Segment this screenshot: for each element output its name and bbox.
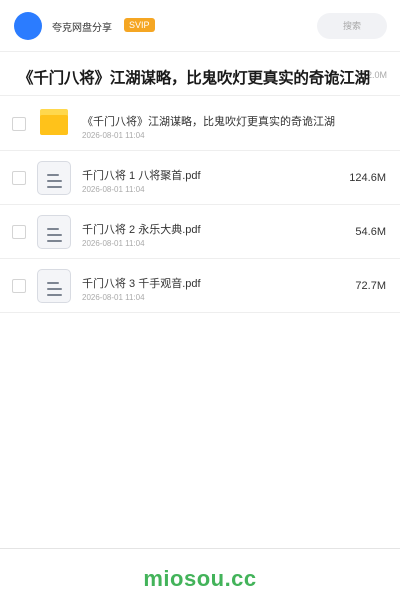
file-date: 2026-08-01 11:04	[82, 131, 145, 140]
page-title: 《千门八将》江湖谋略，比鬼吹灯更真实的奇诡江湖	[18, 70, 370, 87]
footer: miosou.cc	[0, 548, 400, 600]
search-box	[317, 13, 387, 39]
document-icon	[37, 215, 71, 249]
file-size: 72.7M	[355, 280, 386, 292]
folder-icon	[40, 109, 68, 135]
share-title-row: 252.0M 《千门八将》江湖谋略，比鬼吹灯更真实的奇诡江湖	[0, 52, 400, 96]
list-item[interactable]: 千门八将 3 千手观音.pdf 2026-08-01 11:04 72.7M	[0, 259, 400, 313]
file-size: 124.6M	[349, 172, 386, 184]
file-date: 2026-08-01 11:04	[82, 239, 145, 248]
select-checkbox[interactable]	[12, 117, 26, 131]
file-date: 2026-08-01 11:04	[82, 293, 145, 302]
file-name: 千门八将 3 千手观音.pdf	[82, 278, 201, 290]
file-name: 《千门八将》江湖谋略，比鬼吹灯更真实的奇诡江湖	[82, 116, 335, 128]
search-input[interactable]	[317, 13, 387, 39]
app-header: 夸克网盘分享 SVIP	[0, 0, 400, 52]
document-icon	[37, 161, 71, 195]
document-icon	[37, 269, 71, 303]
svip-badge: SVIP	[124, 18, 155, 32]
file-name: 千门八将 2 永乐大典.pdf	[82, 224, 201, 236]
list-item[interactable]: 千门八将 1 八将聚首.pdf 2026-08-01 11:04 124.6M	[0, 151, 400, 205]
file-name: 千门八将 1 八将聚首.pdf	[82, 170, 201, 182]
select-checkbox[interactable]	[12, 279, 26, 293]
select-checkbox[interactable]	[12, 225, 26, 239]
file-date: 2026-08-01 11:04	[82, 185, 145, 194]
avatar[interactable]	[14, 12, 42, 40]
file-size: 54.6M	[355, 226, 386, 238]
site-brand[interactable]: miosou.cc	[0, 566, 400, 592]
list-item[interactable]: 《千门八将》江湖谋略，比鬼吹灯更真实的奇诡江湖 2026-08-01 11:04	[0, 97, 400, 151]
list-item[interactable]: 千门八将 2 永乐大典.pdf 2026-08-01 11:04 54.6M	[0, 205, 400, 259]
select-checkbox[interactable]	[12, 171, 26, 185]
user-name: 夸克网盘分享	[52, 23, 112, 34]
